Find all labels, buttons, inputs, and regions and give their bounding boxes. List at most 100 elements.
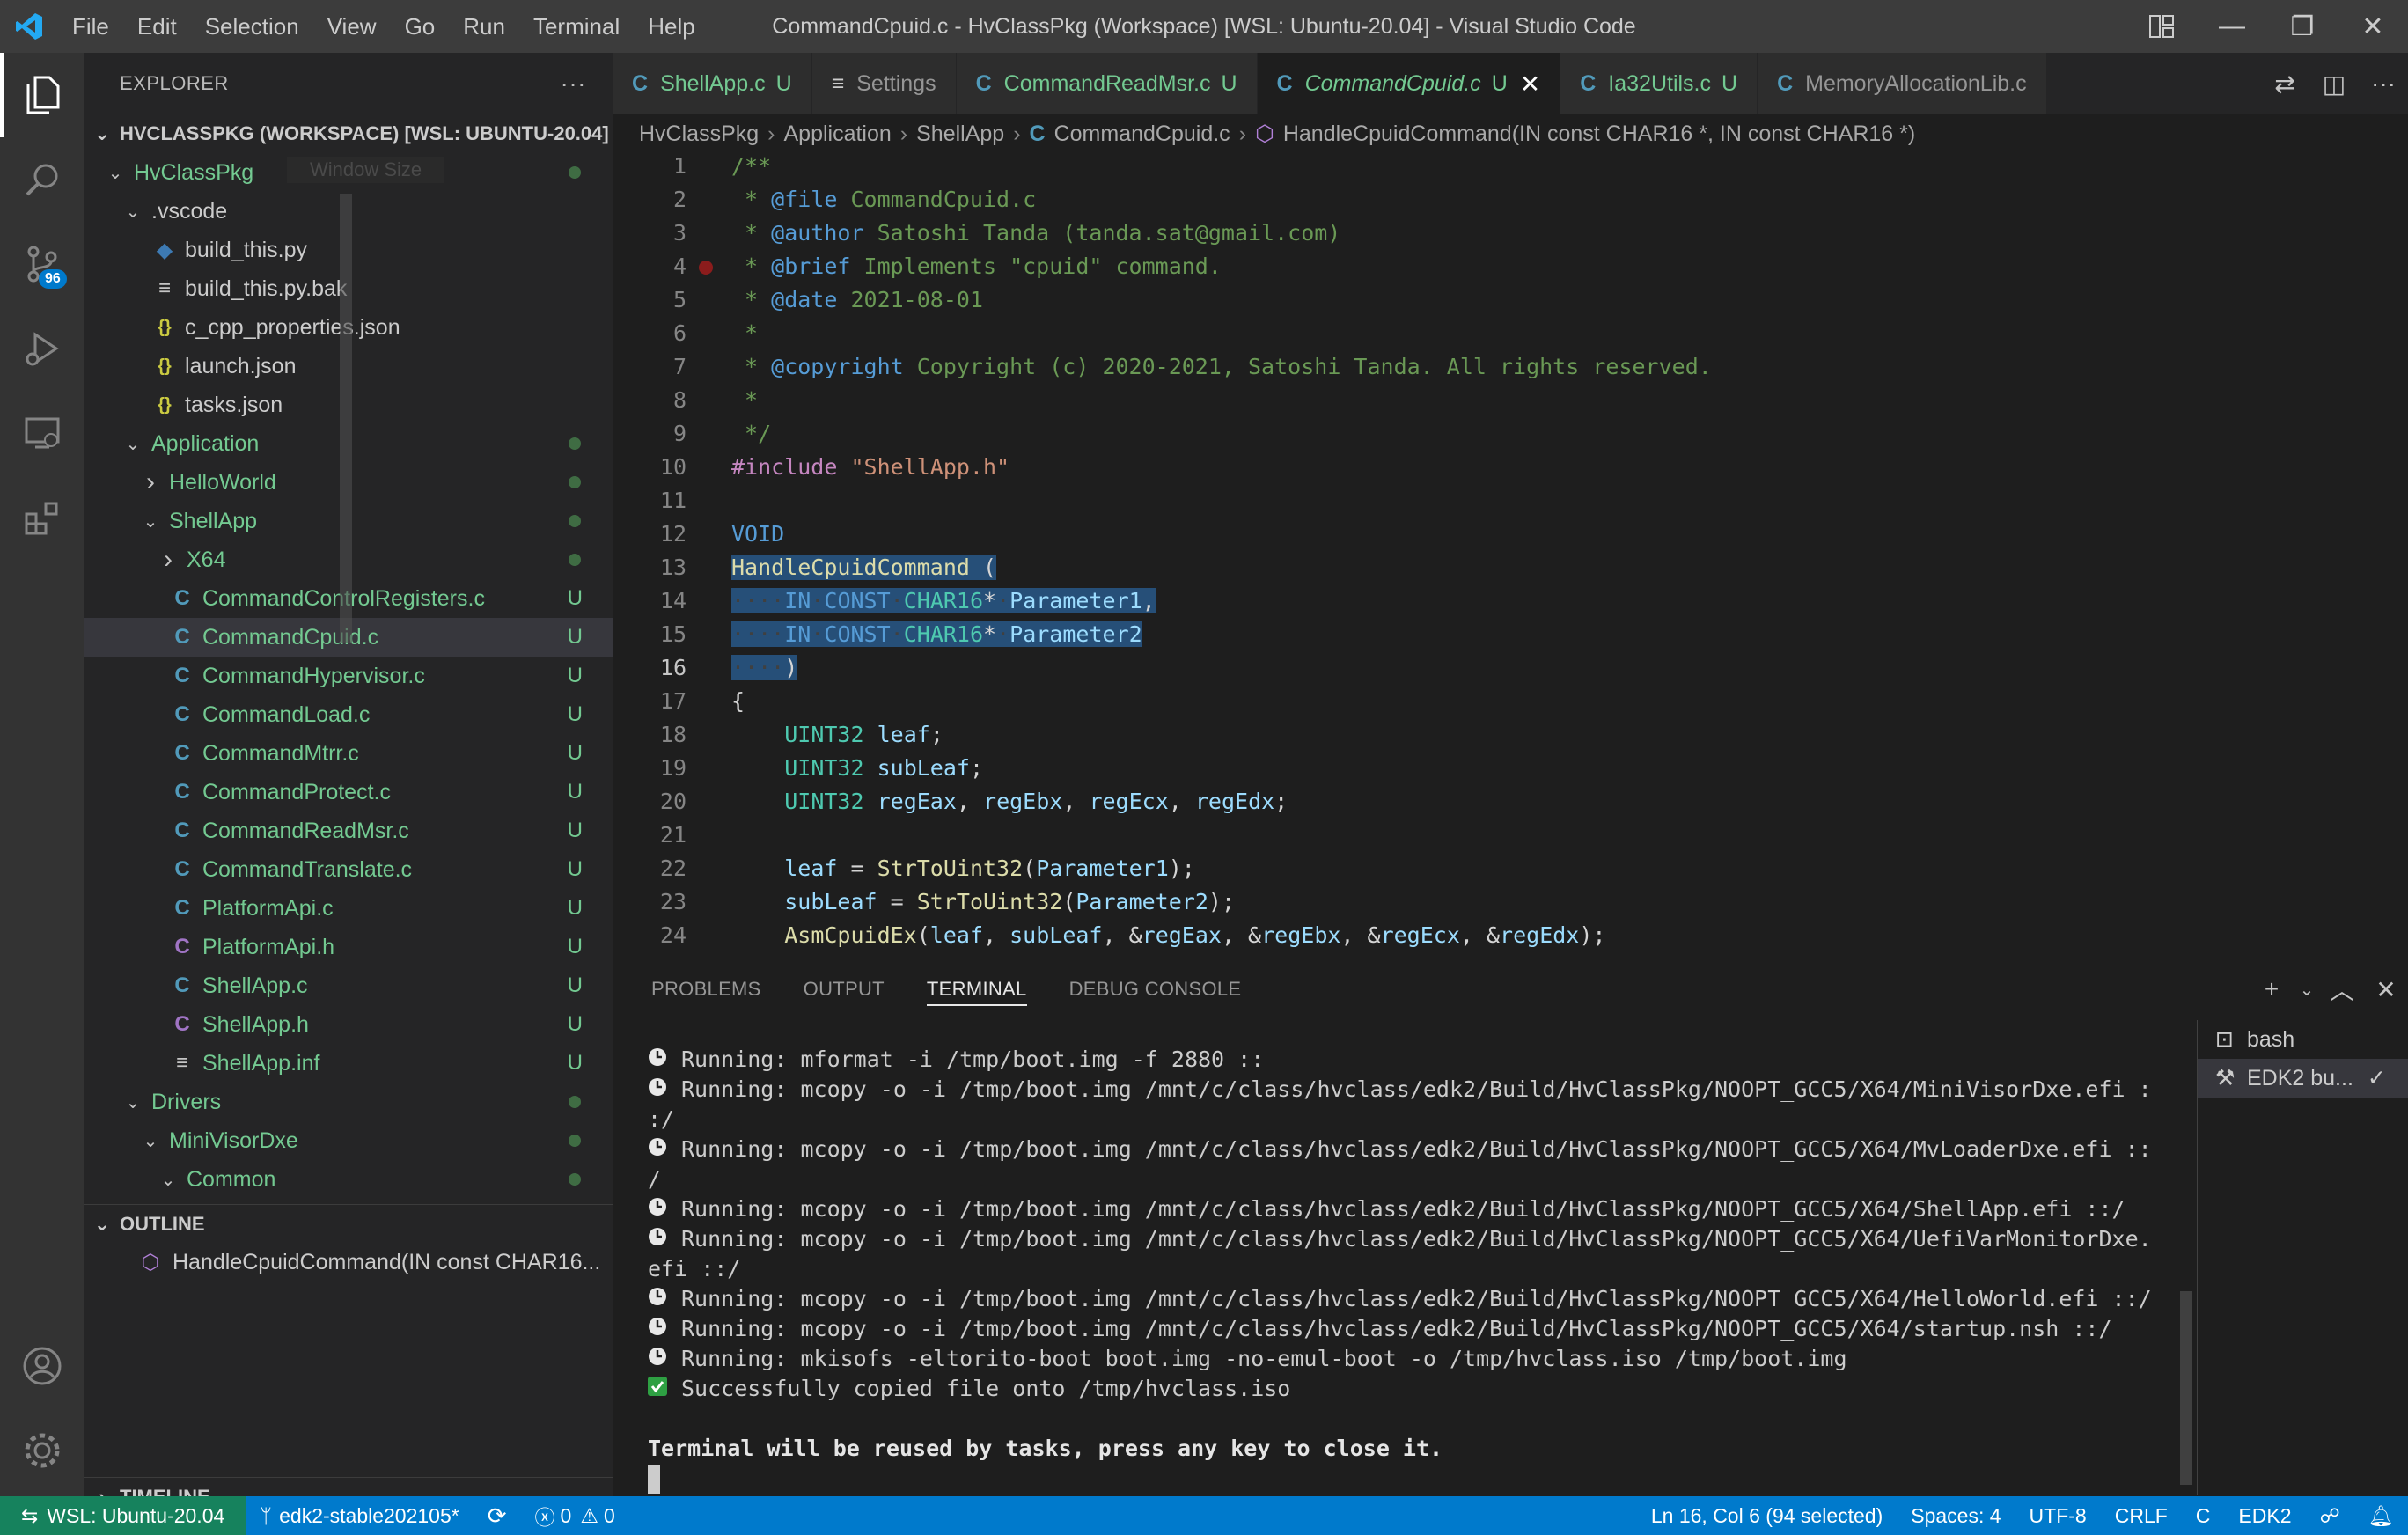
tree-item[interactable]: C CommandHypervisor.c U: [84, 657, 613, 695]
breadcrumb-item[interactable]: CommandCpuid.c: [1054, 121, 1230, 147]
close-tab-icon[interactable]: ✕: [1520, 70, 1540, 99]
tab-commandcpuid-c[interactable]: C CommandCpuid.c U ✕: [1257, 53, 1561, 114]
panel-tab-problems[interactable]: PROBLEMS: [630, 958, 782, 1020]
cursor-position[interactable]: Ln 16, Col 6 (94 selected): [1637, 1504, 1897, 1528]
menu-edit[interactable]: Edit: [123, 0, 191, 53]
search-icon[interactable]: [0, 137, 84, 222]
tree-item[interactable]: C CommandTranslate.c U: [84, 850, 613, 889]
outline-item[interactable]: ⬡ HandleCpuidCommand(IN const CHAR16...: [84, 1243, 613, 1282]
terminal-instance-label: bash: [2247, 1026, 2295, 1052]
menu-go[interactable]: Go: [391, 0, 450, 53]
menu-selection[interactable]: Selection: [191, 0, 313, 53]
terminal-prompt[interactable]: [648, 1464, 2382, 1494]
accounts-icon[interactable]: [0, 1324, 84, 1408]
source-control-icon[interactable]: 96: [0, 222, 84, 306]
tree-item[interactable]: ⌄ Drivers: [84, 1083, 613, 1121]
line-number: 10: [659, 454, 686, 480]
tree-item[interactable]: C PlatformApi.c U: [84, 889, 613, 928]
breadcrumb-item[interactable]: Application: [783, 121, 891, 147]
panel-tab-debug-console[interactable]: DEBUG CONSOLE: [1048, 958, 1263, 1020]
menu-run[interactable]: Run: [449, 0, 519, 53]
tab-commandreadmsr-c[interactable]: C CommandReadMsr.c U: [956, 53, 1258, 114]
notifications-bell-icon[interactable]: 🔔︎: [2354, 1504, 2408, 1528]
breadcrumb-item[interactable]: HandleCpuidCommand(IN const CHAR16 *, IN…: [1283, 121, 1915, 147]
problems-indicator[interactable]: ⓧ 0 ⚠ 0: [521, 1501, 629, 1531]
indentation[interactable]: Spaces: 4: [1897, 1504, 2015, 1528]
maximize-panel-icon[interactable]: ︿: [2320, 972, 2364, 1007]
terminal-output[interactable]: Running: mformat -i /tmp/boot.img -f 288…: [648, 1045, 2382, 1494]
menu-terminal[interactable]: Terminal: [519, 0, 634, 53]
explorer-icon[interactable]: [0, 53, 84, 137]
git-branch-icon: ᛘ: [260, 1503, 273, 1527]
tree-item[interactable]: ⌄ HvClassPkg: [84, 153, 613, 192]
sidebar-scrollbar[interactable]: [340, 194, 352, 643]
split-editor-icon[interactable]: ◫: [2309, 70, 2359, 99]
tab-shellapp-c[interactable]: C ShellApp.c U: [613, 53, 812, 114]
terminal-instance[interactable]: ⊡ bash: [2198, 1020, 2408, 1059]
chevron-down-icon[interactable]: ⌄: [2294, 979, 2320, 1001]
code-token: *: [731, 387, 759, 413]
code-line: 7 * @copyright Copyright (c) 2020-2021, …: [613, 350, 2408, 384]
tab-memoryallocationlib-c[interactable]: C MemoryAllocationLib.c: [1758, 53, 2047, 114]
tab-label: MemoryAllocationLib.c: [1805, 70, 2027, 96]
clock-icon: [648, 1314, 671, 1344]
breadcrumb-item[interactable]: ShellApp: [916, 121, 1004, 147]
code-token: *: [731, 220, 772, 246]
tree-item[interactable]: C PlatformApi.h U: [84, 928, 613, 966]
line-ending[interactable]: CRLF: [2101, 1504, 2182, 1528]
menu-file[interactable]: File: [58, 0, 123, 53]
tab-ia32utils-c[interactable]: C Ia32Utils.c U: [1560, 53, 1758, 114]
compare-changes-icon[interactable]: ⇄: [2260, 70, 2309, 99]
terminal-instance[interactable]: ⚒ EDK2 bu... ✓: [2198, 1059, 2408, 1098]
menu-help[interactable]: Help: [634, 0, 708, 53]
tree-item[interactable]: C ShellApp.h U: [84, 1005, 613, 1044]
tree-item[interactable]: C ShellApp.c U: [84, 966, 613, 1005]
tree-item[interactable]: ⌄ Common: [84, 1160, 613, 1199]
tree-item[interactable]: C CommandProtect.c U: [84, 773, 613, 812]
language-mode[interactable]: C: [2182, 1504, 2225, 1528]
branch-indicator[interactable]: ᛘ edk2-stable202105*: [246, 1504, 473, 1528]
layout-icon[interactable]: [2126, 0, 2197, 53]
encoding[interactable]: UTF-8: [2015, 1504, 2101, 1528]
new-terminal-icon[interactable]: +: [2250, 975, 2294, 1003]
remote-indicator[interactable]: ⇆ WSL: Ubuntu-20.04: [0, 1496, 246, 1535]
live-share-icon[interactable]: ☍: [2306, 1504, 2354, 1528]
sync-icon[interactable]: ⟳: [474, 1502, 521, 1530]
menu-view[interactable]: View: [313, 0, 391, 53]
tree-item[interactable]: ⌄ MiniVisorDxe: [84, 1121, 613, 1160]
more-actions-icon[interactable]: ···: [561, 70, 586, 98]
tree-item[interactable]: C CommandLoad.c U: [84, 695, 613, 734]
settings-gear-icon[interactable]: [0, 1408, 84, 1493]
more-actions-icon[interactable]: ···: [2359, 70, 2408, 98]
close-panel-icon[interactable]: ✕: [2364, 975, 2408, 1004]
tree-item[interactable]: C CommandMtrr.c U: [84, 734, 613, 773]
workspace-section-header[interactable]: ⌄ HVCLASSPKG (WORKSPACE) [WSL: UBUNTU-20…: [84, 114, 613, 153]
tree-item[interactable]: C CommandReadMsr.c U: [84, 812, 613, 850]
breadcrumb-item[interactable]: HvClassPkg: [639, 121, 759, 147]
c-config[interactable]: EDK2: [2224, 1504, 2305, 1528]
run-debug-icon[interactable]: [0, 306, 84, 391]
code-token: ·: [996, 588, 1010, 613]
panel-tab-terminal[interactable]: TERMINAL: [906, 958, 1048, 1020]
chevron-down-icon: ⌄: [125, 1092, 141, 1113]
outline-section-header[interactable]: ⌄ OUTLINE: [84, 1204, 613, 1243]
tree-item-label: c_cpp_properties.json: [185, 314, 400, 340]
extensions-icon[interactable]: [0, 475, 84, 560]
chevron-down-icon: ⌄: [107, 163, 123, 183]
tab-label: Settings: [856, 70, 936, 96]
terminal-scrollbar[interactable]: [2180, 1291, 2192, 1485]
terminal-text: Running: mcopy -o -i /tmp/boot.img /mnt/…: [681, 1286, 2152, 1311]
vscode-logo-icon[interactable]: [0, 0, 58, 53]
panel-tab-output[interactable]: OUTPUT: [782, 958, 906, 1020]
code-token: @file: [771, 187, 838, 212]
tree-item[interactable]: ≡ ShellApp.inf U: [84, 1044, 613, 1083]
code-text: UINT32 regEax, regEbx, regEcx, regEdx;: [731, 785, 1288, 819]
restore-icon[interactable]: ❐: [2267, 0, 2338, 53]
code-editor[interactable]: 1/** 2 * @file CommandCpuid.c 3 * @author …: [613, 153, 2408, 958]
remote-explorer-icon[interactable]: [0, 391, 84, 475]
minimize-icon[interactable]: —: [2197, 0, 2267, 53]
tab-settings[interactable]: ≡ Settings: [811, 53, 957, 114]
close-window-icon[interactable]: ✕: [2338, 0, 2408, 53]
